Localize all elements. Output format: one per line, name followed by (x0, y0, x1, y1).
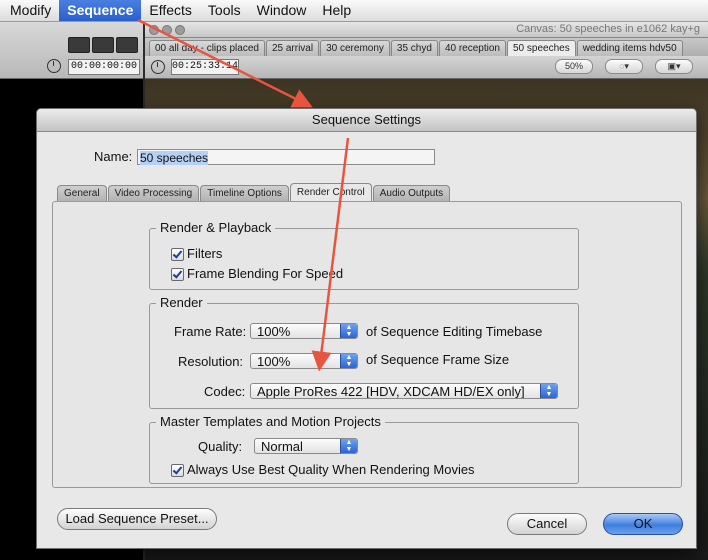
viewer-timecode[interactable]: 00:00:00:00 (68, 59, 140, 75)
sequence-tab[interactable]: 30 ceremony (320, 40, 390, 56)
sequence-tab[interactable]: wedding items hdv50 (576, 40, 683, 56)
tab-render-control[interactable]: Render Control (289, 183, 372, 201)
menu-bar: Modify Sequence Effects Tools Window Hel… (0, 0, 708, 22)
name-label: Name: (94, 149, 133, 164)
popup-arrows-icon: ▲ ▼ (540, 384, 557, 398)
frame-blending-checkbox[interactable] (171, 268, 184, 281)
duration-clock-icon (47, 59, 61, 73)
play-in-out-icon[interactable] (116, 37, 138, 53)
resolution-suffix: of Sequence Frame Size (366, 352, 510, 367)
canvas-timecode[interactable]: 00:25:33:14 (171, 59, 239, 75)
best-quality-label: Always Use Best Quality When Rendering M… (187, 462, 475, 477)
frame-blending-label: Frame Blending For Speed (187, 266, 344, 281)
zoom-popup[interactable]: 50% (555, 59, 593, 74)
frame-rate-suffix: of Sequence Editing Timebase (366, 324, 543, 339)
dialog-title: Sequence Settings (37, 109, 696, 132)
checkmark-icon (172, 248, 183, 259)
codec-value: Apple ProRes 422 [HDV, XDCAM HD/EX only] (257, 384, 525, 399)
cancel-button[interactable]: Cancel (507, 513, 587, 535)
master-templates-title: Master Templates and Motion Projects (156, 414, 385, 429)
settings-tab-bar: General Video Processing Timeline Option… (57, 183, 451, 201)
menu-effects[interactable]: Effects (141, 0, 200, 21)
render-playback-group: Render & Playback Filters Frame Blending… (149, 220, 579, 290)
zoom-icon[interactable] (175, 25, 185, 35)
resolution-popup[interactable]: 100% ▲ ▼ (250, 353, 358, 369)
tab-timeline-options[interactable]: Timeline Options (200, 185, 289, 201)
sequence-tab-row: 00 all day - clips placed 25 arrival 30 … (145, 38, 708, 56)
popup-arrows-icon: ▲ ▼ (340, 439, 357, 453)
sequence-tab[interactable]: 00 all day - clips placed (149, 40, 265, 56)
checkmark-icon (172, 464, 183, 475)
menu-tools[interactable]: Tools (200, 0, 249, 21)
frame-rate-popup[interactable]: 100% ▲ ▼ (250, 323, 358, 339)
popup-arrows-icon: ▲ ▼ (340, 354, 357, 368)
menu-sequence[interactable]: Sequence (59, 0, 142, 21)
canvas-title: Canvas: 50 speeches in e1062 kay+g (516, 23, 700, 35)
sequence-tab[interactable]: 35 chyd (390, 40, 438, 56)
menu-help[interactable]: Help (314, 0, 359, 21)
sequence-tab[interactable]: 25 arrival (265, 40, 320, 56)
viewer-toolbar: 00:00:00:00 (0, 22, 143, 79)
quality-value: Normal (261, 439, 303, 454)
sequence-settings-dialog: Sequence Settings Name: 50 speeches Gene… (36, 108, 697, 549)
overlay-icon[interactable] (68, 37, 90, 53)
render-title: Render (156, 295, 207, 310)
tab-general[interactable]: General (57, 185, 107, 201)
overlay-options-icon[interactable]: ▣▾ (655, 59, 693, 74)
frame-rate-value: 100% (257, 324, 291, 339)
render-playback-title: Render & Playback (156, 220, 276, 235)
ok-button[interactable]: OK (603, 513, 683, 535)
codec-popup[interactable]: Apple ProRes 422 [HDV, XDCAM HD/EX only]… (250, 383, 558, 399)
canvas-titlebar: Canvas: 50 speeches in e1062 kay+g (145, 22, 708, 38)
minimize-icon[interactable] (162, 25, 172, 35)
menu-window[interactable]: Window (249, 0, 315, 21)
filters-checkbox[interactable] (171, 248, 184, 261)
master-templates-group: Master Templates and Motion Projects Qua… (149, 414, 579, 484)
sequence-tab-active[interactable]: 50 speeches (506, 40, 576, 56)
resolution-label: Resolution: (178, 354, 244, 369)
popup-arrows-icon: ▲ ▼ (340, 324, 357, 338)
codec-label: Codec: (204, 384, 246, 399)
tab-video-processing[interactable]: Video Processing (107, 185, 200, 201)
menu-modify[interactable]: Modify (0, 0, 59, 21)
canvas-control-row: 00:25:33:14 50% ◌▾ ▣▾ (145, 56, 708, 79)
quality-label: Quality: (198, 439, 243, 454)
resolution-value: 100% (257, 354, 291, 369)
name-value: 50 speeches (140, 151, 209, 165)
best-quality-checkbox[interactable] (171, 464, 184, 477)
view-options-icon[interactable]: ◌▾ (605, 59, 643, 74)
quality-popup[interactable]: Normal ▲ ▼ (254, 438, 358, 454)
render-group: Render Frame Rate: 100% ▲ ▼ of Sequence E… (149, 295, 579, 409)
duration-clock-icon (151, 60, 165, 74)
filters-label: Filters (187, 246, 223, 261)
checkmark-icon (172, 268, 183, 279)
frame-rate-label: Frame Rate: (174, 324, 247, 339)
render-control-panel: Render & Playback Filters Frame Blending… (52, 201, 682, 488)
name-field[interactable]: 50 speeches (137, 149, 435, 165)
load-sequence-preset-button[interactable]: Load Sequence Preset... (57, 508, 217, 530)
sequence-tab[interactable]: 40 reception (438, 40, 506, 56)
close-icon[interactable] (149, 25, 159, 35)
film-icon[interactable] (92, 37, 114, 53)
tab-audio-outputs[interactable]: Audio Outputs (372, 185, 451, 201)
